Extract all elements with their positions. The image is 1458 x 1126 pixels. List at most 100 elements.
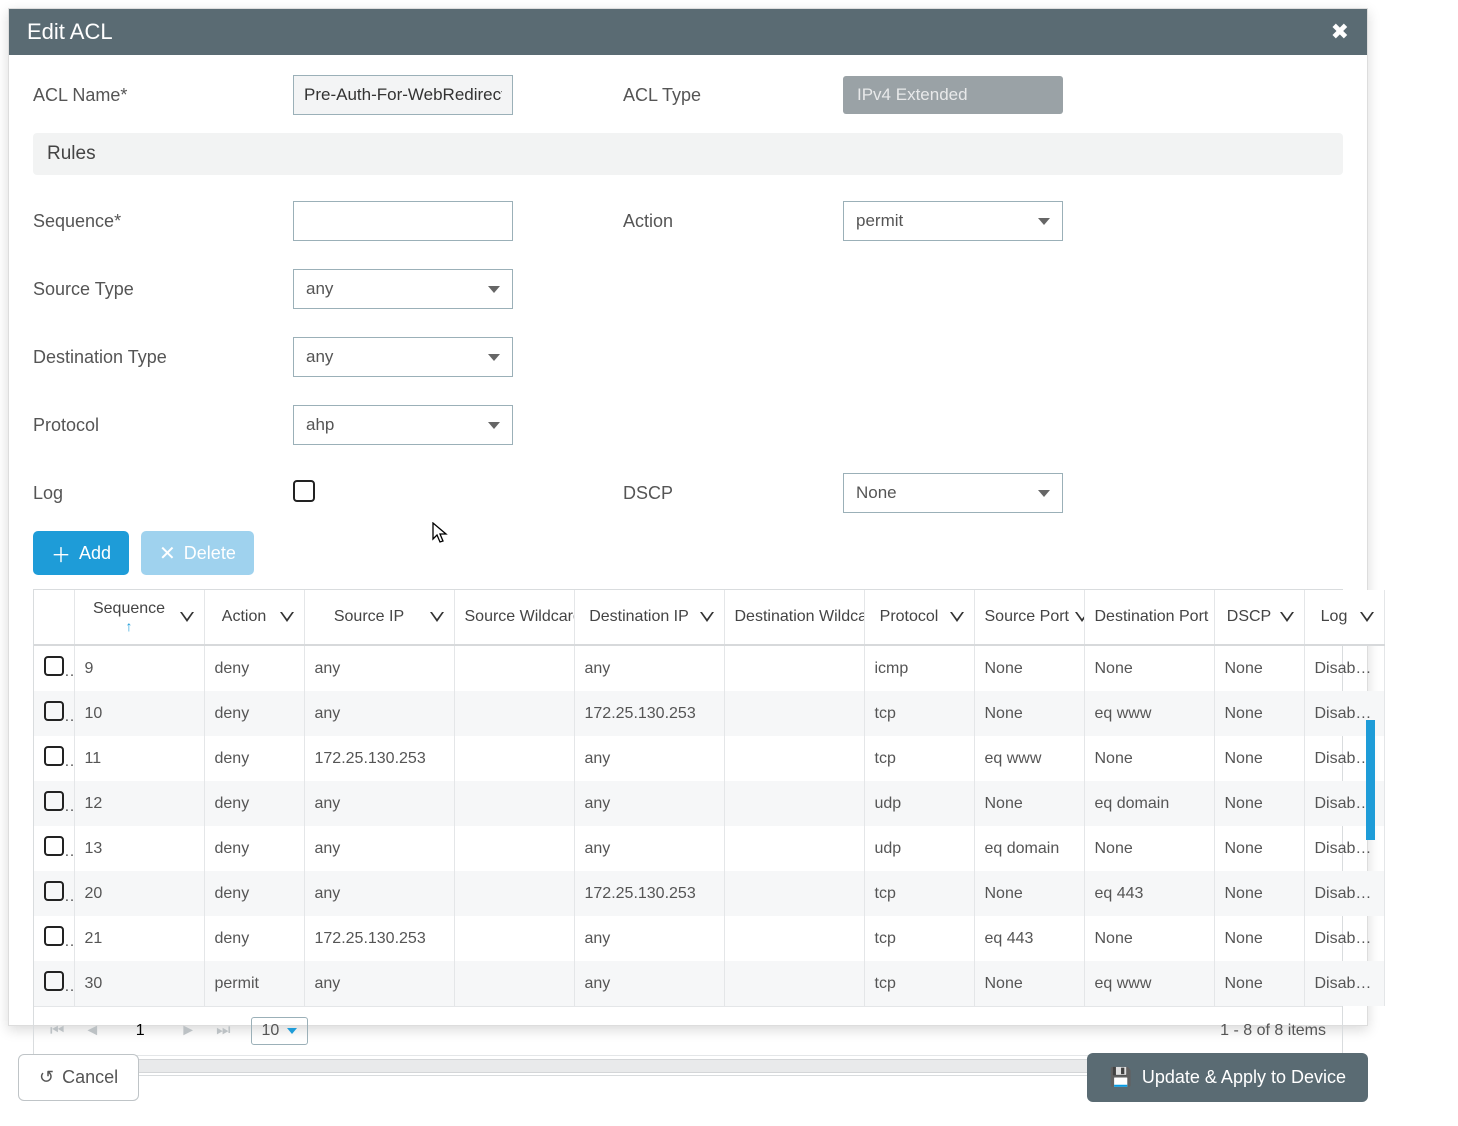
cell-protocol: udp bbox=[864, 781, 974, 826]
cell-source-wildcard bbox=[454, 691, 574, 736]
cell-protocol: tcp bbox=[864, 961, 974, 1006]
row-checkbox[interactable] bbox=[44, 791, 64, 811]
cell-protocol: tcp bbox=[864, 916, 974, 961]
filter-icon[interactable] bbox=[280, 612, 294, 622]
filter-icon[interactable] bbox=[1280, 612, 1294, 622]
dscp-label: DSCP bbox=[623, 483, 843, 504]
cell-action: deny bbox=[204, 781, 304, 826]
chevron-down-icon bbox=[1038, 490, 1050, 497]
cell-destination-ip: 172.25.130.253 bbox=[574, 871, 724, 916]
cell-destination-ip: any bbox=[574, 916, 724, 961]
delete-button[interactable]: ✕Delete bbox=[141, 531, 254, 575]
col-sequence[interactable]: Sequence↑ bbox=[74, 590, 204, 645]
col-destination-wildcard[interactable]: Destination Wildcard bbox=[724, 590, 864, 645]
row-checkbox[interactable] bbox=[44, 881, 64, 901]
cell-sequence: 13 bbox=[74, 826, 204, 871]
table-row[interactable]: 10denyany172.25.130.253tcpNoneeq wwwNone… bbox=[34, 691, 1384, 736]
col-action[interactable]: Action bbox=[204, 590, 304, 645]
table-row[interactable]: 9denyanyanyicmpNoneNoneNoneDisabled bbox=[34, 645, 1384, 691]
filter-icon[interactable] bbox=[430, 612, 444, 622]
col-dscp[interactable]: DSCP bbox=[1214, 590, 1304, 645]
cell-protocol: tcp bbox=[864, 871, 974, 916]
cell-action: deny bbox=[204, 736, 304, 781]
pager-last-icon[interactable]: ⏭ bbox=[216, 1022, 230, 1040]
add-button[interactable]: ＋Add bbox=[33, 531, 129, 575]
page-size-select[interactable]: 10 bbox=[251, 1017, 309, 1045]
cell-destination-ip: any bbox=[574, 736, 724, 781]
cell-action: deny bbox=[204, 691, 304, 736]
dialog-title: Edit ACL bbox=[27, 19, 113, 45]
table-row[interactable]: 12denyanyanyudpNoneeq domainNoneDisabled bbox=[34, 781, 1384, 826]
sequence-label: Sequence* bbox=[33, 211, 293, 232]
col-source-wildcard[interactable]: Source Wildcard bbox=[454, 590, 574, 645]
acl-name-label: ACL Name* bbox=[33, 85, 293, 106]
filter-icon[interactable] bbox=[950, 612, 964, 622]
col-source-port[interactable]: Source Port bbox=[974, 590, 1084, 645]
update-apply-button[interactable]: 💾Update & Apply to Device bbox=[1087, 1053, 1368, 1102]
cell-dscp: None bbox=[1214, 781, 1304, 826]
vertical-scrollbar-thumb[interactable] bbox=[1366, 720, 1375, 840]
pager-summary: 1 - 8 of 8 items bbox=[1220, 1022, 1326, 1040]
cell-sequence: 12 bbox=[74, 781, 204, 826]
filter-icon[interactable] bbox=[1075, 612, 1084, 622]
filter-icon[interactable] bbox=[1360, 612, 1374, 622]
table-row[interactable]: 30permitanyanytcpNoneeq wwwNoneDisabled bbox=[34, 961, 1384, 1006]
col-destination-port[interactable]: Destination Port bbox=[1084, 590, 1214, 645]
cell-protocol: tcp bbox=[864, 691, 974, 736]
cell-destination-port: eq www bbox=[1084, 961, 1214, 1006]
cell-dscp: None bbox=[1214, 961, 1304, 1006]
cell-source-wildcard bbox=[454, 645, 574, 691]
col-source-ip[interactable]: Source IP bbox=[304, 590, 454, 645]
cell-destination-wildcard bbox=[724, 691, 864, 736]
table-row[interactable]: 11deny172.25.130.253anytcpeq wwwNoneNone… bbox=[34, 736, 1384, 781]
pager-prev-icon[interactable]: ◄ bbox=[84, 1022, 100, 1040]
table-row[interactable]: 20denyany172.25.130.253tcpNoneeq 443None… bbox=[34, 871, 1384, 916]
filter-icon[interactable] bbox=[180, 612, 194, 622]
select-all-header[interactable] bbox=[34, 590, 74, 645]
cell-destination-wildcard bbox=[724, 961, 864, 1006]
cell-source-ip: any bbox=[304, 645, 454, 691]
row-checkbox[interactable] bbox=[44, 746, 64, 766]
row-checkbox[interactable] bbox=[44, 926, 64, 946]
cell-dscp: None bbox=[1214, 916, 1304, 961]
cell-source-wildcard bbox=[454, 826, 574, 871]
pager-first-icon[interactable]: ⏮ bbox=[50, 1022, 64, 1040]
source-type-select[interactable]: any bbox=[293, 269, 513, 309]
page-number-input[interactable] bbox=[120, 1022, 160, 1040]
cell-log: Disabled bbox=[1304, 961, 1384, 1006]
sequence-input[interactable] bbox=[293, 201, 513, 241]
destination-type-select[interactable]: any bbox=[293, 337, 513, 377]
cell-source-ip: any bbox=[304, 781, 454, 826]
cell-destination-port: None bbox=[1084, 826, 1214, 871]
rules-table: Sequence↑ Action Source IP Source Wildca… bbox=[33, 589, 1343, 1076]
row-checkbox[interactable] bbox=[44, 971, 64, 991]
row-checkbox[interactable] bbox=[44, 656, 64, 676]
protocol-select[interactable]: ahp bbox=[293, 405, 513, 445]
acl-type-label: ACL Type bbox=[623, 85, 843, 106]
cell-source-wildcard bbox=[454, 961, 574, 1006]
edit-acl-dialog: Edit ACL ✖ ACL Name* ACL Type IPv4 Exten… bbox=[8, 8, 1368, 1026]
cell-destination-wildcard bbox=[724, 826, 864, 871]
pager-next-icon[interactable]: ► bbox=[180, 1022, 196, 1040]
cancel-button[interactable]: ↺Cancel bbox=[18, 1054, 139, 1101]
acl-name-input[interactable] bbox=[293, 75, 513, 115]
cell-destination-port: None bbox=[1084, 916, 1214, 961]
cell-destination-ip: any bbox=[574, 961, 724, 1006]
cell-sequence: 11 bbox=[74, 736, 204, 781]
dscp-select[interactable]: None bbox=[843, 473, 1063, 513]
cell-protocol: icmp bbox=[864, 645, 974, 691]
table-row[interactable]: 13denyanyanyudpeq domainNoneNoneDisabled bbox=[34, 826, 1384, 871]
cell-source-wildcard bbox=[454, 781, 574, 826]
col-protocol[interactable]: Protocol bbox=[864, 590, 974, 645]
close-icon[interactable]: ✖ bbox=[1331, 19, 1349, 45]
col-destination-ip[interactable]: Destination IP bbox=[574, 590, 724, 645]
table-row[interactable]: 21deny172.25.130.253anytcpeq 443NoneNone… bbox=[34, 916, 1384, 961]
action-select[interactable]: permit bbox=[843, 201, 1063, 241]
cell-source-port: None bbox=[974, 691, 1084, 736]
log-checkbox[interactable] bbox=[293, 480, 315, 502]
row-checkbox[interactable] bbox=[44, 701, 64, 721]
undo-icon: ↺ bbox=[39, 1067, 54, 1088]
col-log[interactable]: Log bbox=[1304, 590, 1384, 645]
filter-icon[interactable] bbox=[700, 612, 714, 622]
row-checkbox[interactable] bbox=[44, 836, 64, 856]
